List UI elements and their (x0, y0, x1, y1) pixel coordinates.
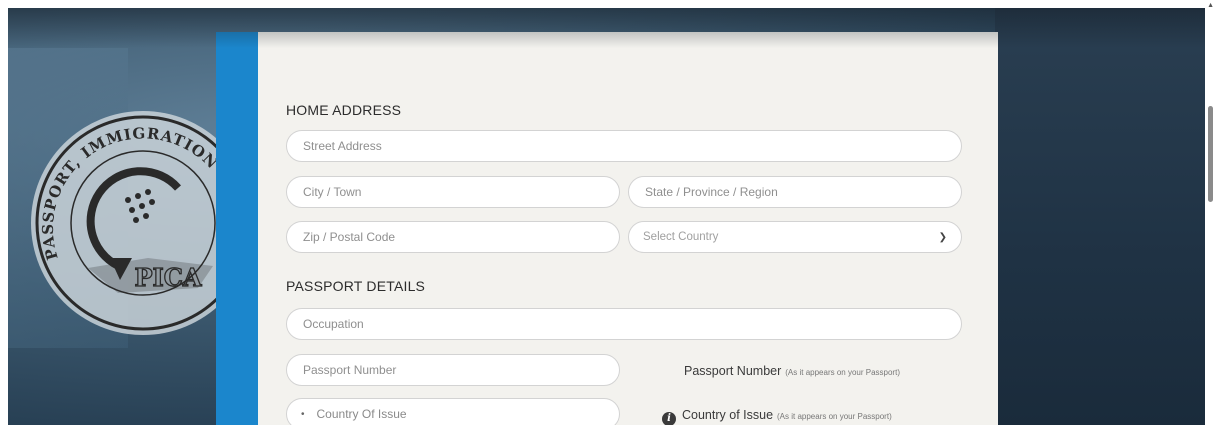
street-address-field[interactable] (286, 130, 962, 162)
home-address-heading: HOME ADDRESS (286, 102, 402, 118)
country-of-issue-label-text: Country of Issue (682, 408, 774, 422)
chevron-down-icon: ❯ (938, 231, 947, 243)
bullet-icon: • (301, 408, 305, 420)
form-accent-bar (216, 32, 258, 425)
passport-number-hint: (As it appears on your Passport) (785, 368, 900, 377)
zip-field[interactable] (286, 221, 620, 253)
passport-details-heading: PASSPORT DETAILS (286, 278, 426, 294)
street-address-input[interactable] (301, 138, 947, 154)
svg-text:PICA: PICA (135, 263, 202, 292)
scroll-up-arrow-icon[interactable]: ▲ (1207, 2, 1214, 9)
country-of-issue-hint: (As it appears on your Passport) (777, 412, 892, 421)
country-select[interactable]: Select Country ❯ (628, 221, 962, 253)
zip-input[interactable] (301, 229, 605, 245)
background-right (995, 8, 1205, 425)
country-select-value: Select Country (643, 231, 719, 243)
state-input[interactable] (643, 184, 947, 200)
passport-number-label: Passport Number (As it appears on your Pa… (684, 364, 900, 378)
info-icon[interactable]: i (662, 411, 676, 425)
page-background: PASSPORT, IMMIGRATION & CITIZENSHIP AGEN… (8, 8, 1205, 425)
passport-number-field[interactable] (286, 354, 620, 386)
occupation-input[interactable] (301, 316, 947, 332)
application-form-card: HOME ADDRESS Select Country ❯ PASSPORT D… (216, 32, 998, 425)
country-of-issue-select[interactable]: • Country Of Issue (286, 398, 620, 425)
scrollbar-thumb[interactable] (1208, 106, 1213, 202)
state-field[interactable] (628, 176, 962, 208)
city-field[interactable] (286, 176, 620, 208)
city-input[interactable] (301, 184, 605, 200)
country-of-issue-label: i Country of Issue (As it appears on your … (662, 408, 892, 425)
passport-number-input[interactable] (301, 362, 605, 378)
page-scrollbar[interactable]: ▲ (1205, 0, 1215, 435)
passport-number-label-text: Passport Number (684, 364, 782, 378)
occupation-field[interactable] (286, 308, 962, 340)
country-of-issue-value: Country Of Issue (316, 407, 407, 421)
